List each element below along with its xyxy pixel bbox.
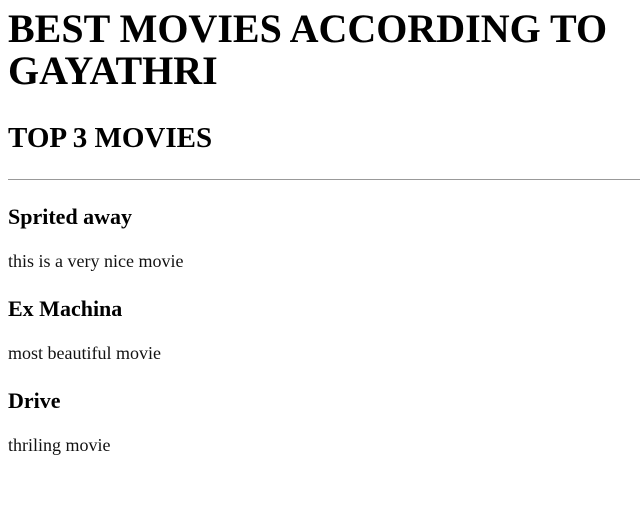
movie-item: Ex Machina most beautiful movie <box>8 296 640 364</box>
page: BEST MOVIES ACCORDING TO GAYATHRI TOP 3 … <box>0 0 640 523</box>
movie-description: most beautiful movie <box>8 343 161 363</box>
movie-item: Drive thriling movie <box>8 388 640 456</box>
page-title: BEST MOVIES ACCORDING TO GAYATHRI <box>8 6 608 93</box>
movie-title: Drive <box>8 388 61 413</box>
movie-title: Ex Machina <box>8 296 123 321</box>
movie-title: Sprited away <box>8 204 133 229</box>
page-subtitle: TOP 3 MOVIES <box>8 122 213 154</box>
movie-item: Sprited away this is a very nice movie <box>8 204 640 272</box>
movie-description: thriling movie <box>8 435 111 455</box>
movie-description: this is a very nice movie <box>8 251 184 271</box>
divider <box>8 179 640 180</box>
